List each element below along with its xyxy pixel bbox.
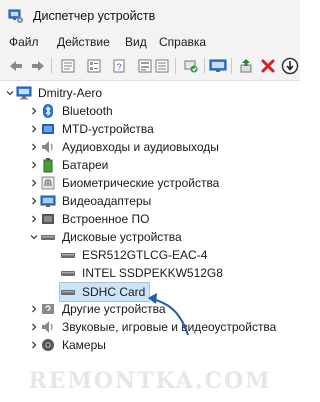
fingerprint-icon <box>40 175 56 191</box>
camera-icon <box>40 337 56 353</box>
chevron-right-icon[interactable] <box>28 336 40 354</box>
disk-item[interactable]: ESR512GTLCG-EAC-4 <box>60 246 207 264</box>
disk-drive-icon <box>60 265 76 281</box>
tree-item-label: Встроенное ПО <box>62 212 150 226</box>
disk-item[interactable]: INTEL SSDPEKKW512G8 <box>60 264 223 282</box>
scan-hardware-icon[interactable] <box>180 55 202 77</box>
tree-item-display-adapters[interactable]: Видеоадаптеры <box>28 192 151 210</box>
chevron-right-icon[interactable] <box>28 210 40 228</box>
mtd-device-icon <box>40 121 56 137</box>
device-tree[interactable]: Dmitry-Aero Bluetooth MTD-устройства Ауд… <box>0 81 300 402</box>
toolbar-separator <box>231 58 232 74</box>
back-arrow-icon[interactable] <box>5 55 27 77</box>
title-bar[interactable]: Диспетчер устройств <box>0 0 300 32</box>
computer-name: Dmitry-Aero <box>38 86 103 100</box>
forward-arrow-icon[interactable] <box>27 55 49 77</box>
menu-view[interactable]: Вид <box>125 35 147 49</box>
disable-device-icon[interactable] <box>279 55 301 77</box>
chevron-right-icon[interactable] <box>28 174 40 192</box>
chevron-right-icon[interactable] <box>28 102 40 120</box>
tree-item-other-devices[interactable]: Другие устройства <box>28 300 166 318</box>
toolbar-separator <box>51 58 52 74</box>
tree-item-label: Видеоадаптеры <box>62 194 152 208</box>
menu-action[interactable]: Действие <box>57 35 110 49</box>
chevron-right-icon[interactable] <box>28 192 40 210</box>
speaker-icon <box>40 139 56 155</box>
disk-drive-icon <box>40 229 56 245</box>
menu-help[interactable]: Справка <box>159 35 206 49</box>
tree-item-label: Другие устройства <box>62 302 166 316</box>
svg-text:?: ? <box>116 62 121 72</box>
disk-drive-icon <box>60 247 76 263</box>
device-manager-window: Диспетчер устройств Файл Действие Вид Сп… <box>0 0 300 402</box>
menu-bar: Файл Действие Вид Справка <box>0 32 300 52</box>
tree-item-label: MTD-устройства <box>62 122 154 136</box>
toolbar-separator <box>175 58 176 74</box>
window-title: Диспетчер устройств <box>33 9 156 23</box>
display-adapter-icon <box>40 193 56 209</box>
tree-item-label: Аудиовходы и аудиовыходы <box>62 140 219 154</box>
chevron-right-icon[interactable] <box>28 318 40 336</box>
tree-item-firmware[interactable]: Встроенное ПО <box>28 210 149 228</box>
tree-item-label: Биометрические устройства <box>62 176 220 190</box>
remove-device-icon[interactable] <box>257 55 279 77</box>
tree-item-label: Звуковые, игровые и видеоустройства <box>62 320 277 334</box>
toolbar-separator <box>204 58 205 74</box>
chevron-right-icon[interactable] <box>28 156 40 174</box>
chevron-right-icon[interactable] <box>28 138 40 156</box>
device-manager-icon <box>8 8 24 24</box>
monitor-icon[interactable] <box>207 55 229 77</box>
menu-file[interactable]: Файл <box>9 35 39 49</box>
tree-root[interactable]: Dmitry-Aero <box>4 84 102 102</box>
speaker-icon <box>40 319 56 335</box>
disk-item-label: ESR512GTLCG-EAC-4 <box>82 248 208 262</box>
tree-item-audio-io[interactable]: Аудиовходы и аудиовыходы <box>28 138 219 156</box>
update-driver-icon[interactable] <box>235 55 257 77</box>
tree-item-disk-drives[interactable]: Дисковые устройства <box>28 228 182 246</box>
chevron-right-icon[interactable] <box>28 120 40 138</box>
tree-item-sound-video[interactable]: Звуковые, игровые и видеоустройства <box>28 318 276 336</box>
tree-item-bluetooth[interactable]: Bluetooth <box>28 102 113 120</box>
disk-item-label: INTEL SSDPEKKW512G8 <box>82 266 223 280</box>
tree-item-label: Дисковые устройства <box>62 230 182 244</box>
chevron-down-icon[interactable] <box>28 228 40 246</box>
disk-drive-icon <box>60 284 76 300</box>
watermark: REMONTKA.COM <box>28 368 272 394</box>
tree-item-cameras[interactable]: Камеры <box>28 336 106 354</box>
toolbar: ? <box>0 52 300 81</box>
battery-icon <box>40 157 56 173</box>
bluetooth-icon <box>40 103 56 119</box>
disk-item-selected[interactable]: SDHC Card <box>59 282 151 302</box>
connection-list-icon[interactable] <box>151 55 173 77</box>
help-book-icon[interactable]: ? <box>108 55 130 77</box>
chevron-down-icon[interactable] <box>4 84 16 102</box>
unknown-device-icon <box>40 301 56 317</box>
properties-icon[interactable] <box>57 55 79 77</box>
tree-item-batteries[interactable]: Батареи <box>28 156 108 174</box>
tree-item-mtd[interactable]: MTD-устройства <box>28 120 154 138</box>
tree-item-label: Камеры <box>62 338 106 352</box>
details-list-icon[interactable] <box>83 55 105 77</box>
computer-icon <box>16 85 32 101</box>
tree-item-label: Bluetooth <box>62 104 113 118</box>
tree-item-label: Батареи <box>62 158 109 172</box>
chevron-right-icon[interactable] <box>28 300 40 318</box>
tree-item-biometric[interactable]: Биометрические устройства <box>28 174 219 192</box>
firmware-icon <box>40 211 56 227</box>
disk-item-label: SDHC Card <box>82 285 146 299</box>
